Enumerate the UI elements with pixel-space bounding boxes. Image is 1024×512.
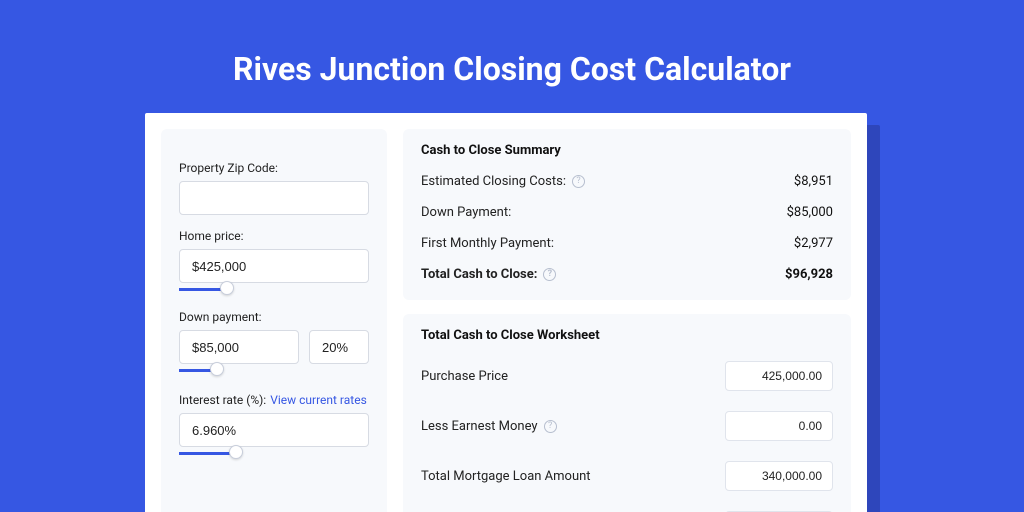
summary-total-label: Total Cash to Close: (421, 267, 537, 282)
worksheet-row-label: Purchase Price (421, 369, 508, 384)
help-icon[interactable]: ? (544, 420, 557, 433)
summary-panel: Cash to Close Summary Estimated Closing … (403, 129, 851, 300)
worksheet-mortgage-loan-input[interactable] (725, 461, 833, 491)
worksheet-row-label: Less Earnest Money (421, 419, 538, 434)
calculator-card: Property Zip Code: Home price: Down paym… (145, 113, 867, 512)
interest-rate-label-row: Interest rate (%): View current rates (179, 393, 369, 407)
slider-thumb[interactable] (229, 445, 243, 459)
home-price-input[interactable] (179, 249, 369, 283)
summary-row-value: $85,000 (787, 205, 833, 220)
summary-row-label: First Monthly Payment: (421, 236, 554, 251)
summary-row: Down Payment: $85,000 (421, 197, 833, 228)
worksheet-row-label: Total Mortgage Loan Amount (421, 469, 591, 484)
results-column: Cash to Close Summary Estimated Closing … (403, 129, 851, 512)
worksheet-row: Total Second Mortgage Amount (421, 501, 833, 512)
summary-heading: Cash to Close Summary (421, 143, 833, 158)
interest-rate-input[interactable] (179, 413, 369, 447)
zip-input[interactable] (179, 181, 369, 215)
summary-row-value: $8,951 (794, 174, 833, 189)
worksheet-row: Less Earnest Money ? (421, 401, 833, 451)
down-payment-slider[interactable] (179, 363, 369, 377)
summary-row: First Monthly Payment: $2,977 (421, 228, 833, 259)
summary-row: Estimated Closing Costs: ? $8,951 (421, 166, 833, 197)
view-current-rates-link[interactable]: View current rates (270, 393, 367, 407)
interest-rate-slider[interactable] (179, 446, 369, 460)
inputs-panel: Property Zip Code: Home price: Down paym… (161, 129, 387, 512)
worksheet-panel: Total Cash to Close Worksheet Purchase P… (403, 314, 851, 512)
help-icon[interactable]: ? (543, 268, 556, 281)
worksheet-earnest-money-input[interactable] (725, 411, 833, 441)
home-price-label: Home price: (179, 229, 369, 243)
summary-row-label: Down Payment: (421, 205, 511, 220)
down-payment-label: Down payment: (179, 310, 369, 324)
worksheet-heading: Total Cash to Close Worksheet (421, 328, 833, 343)
summary-row-label: Estimated Closing Costs: (421, 174, 566, 189)
down-payment-input[interactable] (179, 330, 299, 364)
worksheet-row: Purchase Price (421, 351, 833, 401)
slider-thumb[interactable] (220, 281, 234, 295)
slider-thumb[interactable] (210, 362, 224, 376)
down-payment-pct-input[interactable] (309, 330, 369, 364)
summary-row-value: $2,977 (794, 236, 833, 251)
worksheet-row: Total Mortgage Loan Amount (421, 451, 833, 501)
summary-total-value: $96,928 (785, 267, 833, 282)
home-price-slider[interactable] (179, 282, 369, 296)
slider-bar (179, 452, 236, 455)
zip-label: Property Zip Code: (179, 161, 369, 175)
summary-total-row: Total Cash to Close: ? $96,928 (421, 259, 833, 290)
page-title: Rives Junction Closing Cost Calculator (0, 0, 1024, 88)
worksheet-purchase-price-input[interactable] (725, 361, 833, 391)
help-icon[interactable]: ? (572, 175, 585, 188)
interest-rate-label: Interest rate (%): (179, 393, 266, 407)
